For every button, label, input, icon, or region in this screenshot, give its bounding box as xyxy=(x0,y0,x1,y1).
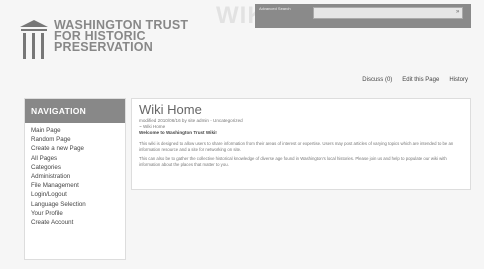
navigation-sidebar: NAVIGATION Main Page Random Page Create … xyxy=(24,98,126,260)
nav-item-all-pages[interactable]: All Pages xyxy=(31,154,119,163)
search-go-button[interactable]: » xyxy=(456,9,459,15)
nav-item-language[interactable]: Language Selection xyxy=(31,200,119,209)
page-meta: modified 2010/06/16 by site admin - Unca… xyxy=(139,118,243,136)
navigation-list: Main Page Random Page Create a new Page … xyxy=(25,123,125,230)
nav-item-create-page[interactable]: Create a new Page xyxy=(31,144,119,153)
search-bar: Advanced Search » xyxy=(255,4,471,28)
site-logo[interactable]: WASHINGTON TRUST FOR HISTORIC PRESERVATI… xyxy=(20,19,188,62)
nav-item-file-management[interactable]: File Management xyxy=(31,181,119,190)
navigation-heading: NAVIGATION xyxy=(25,99,125,123)
search-input[interactable] xyxy=(313,7,463,19)
welcome-text: Welcome to Washington Trust Wiki! xyxy=(139,130,217,135)
nav-item-profile[interactable]: Your Profile xyxy=(31,209,119,218)
nav-item-administration[interactable]: Administration xyxy=(31,172,119,181)
main-content: Wiki Home modified 2010/06/16 by site ad… xyxy=(131,98,471,190)
nav-item-random-page[interactable]: Random Page xyxy=(31,135,119,144)
nav-item-login-logout[interactable]: Login/Logout xyxy=(31,190,119,199)
history-link[interactable]: History xyxy=(449,77,468,83)
welcome-line: Welcome to Washington Trust Wiki! xyxy=(139,130,243,136)
nav-item-main-page[interactable]: Main Page xyxy=(31,126,119,135)
logo-line-3: PRESERVATION xyxy=(54,40,153,54)
page-title: Wiki Home xyxy=(139,102,202,117)
nav-item-create-account[interactable]: Create Account xyxy=(31,218,119,227)
intro-paragraph: This wiki is designed to allow users to … xyxy=(139,141,454,152)
advanced-search-link[interactable]: Advanced Search xyxy=(259,6,291,11)
page-actions: Discuss (0) Edit this Page History xyxy=(362,77,468,83)
nav-item-categories[interactable]: Categories xyxy=(31,163,119,172)
logo-text: WASHINGTON TRUST FOR HISTORIC PRESERVATI… xyxy=(54,19,188,54)
building-columns-icon xyxy=(20,20,48,62)
discuss-link[interactable]: Discuss (0) xyxy=(362,77,392,83)
edit-page-link[interactable]: Edit this Page xyxy=(402,77,439,83)
second-paragraph: This can also be to gather the collectiv… xyxy=(139,156,447,167)
